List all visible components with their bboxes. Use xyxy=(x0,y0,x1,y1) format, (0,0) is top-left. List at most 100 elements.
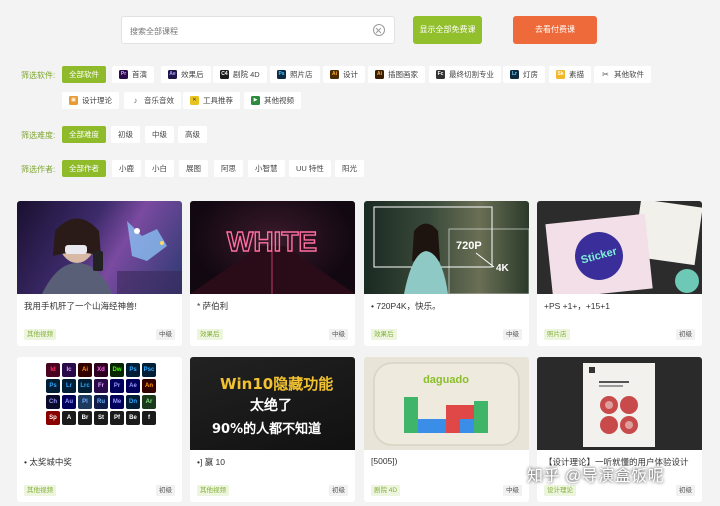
thumbnail-text: 90%的人都不知道 xyxy=(212,421,321,437)
illustrator-icon: Ai xyxy=(330,70,339,79)
play-icon: ▶ xyxy=(251,96,260,105)
course-title[interactable]: • 720P4K，快乐。 xyxy=(371,300,523,312)
chip-author-yangguang[interactable]: 阳光 xyxy=(335,160,364,177)
clear-icon[interactable] xyxy=(373,24,385,36)
adobe-app-icon: Ai xyxy=(78,363,92,377)
course-category-badge: 效果后 xyxy=(197,329,223,340)
course-title[interactable]: •] 赢 10 xyxy=(197,456,349,468)
adobe-app-icon: Fr xyxy=(94,379,108,393)
thumbnail-text: Win10隐藏功能 xyxy=(220,375,333,393)
chip-author-xiaozhihui[interactable]: 小智慧 xyxy=(248,160,285,177)
course-category-badge: 设计理论 xyxy=(544,485,576,496)
chip-all-software[interactable]: 全部软件 xyxy=(62,66,106,83)
chip-design[interactable]: Ai 设计 xyxy=(323,66,365,83)
chip-sketch[interactable]: Sk 素描 xyxy=(549,66,591,83)
chip-intermediate[interactable]: 中级 xyxy=(145,126,174,143)
chip-label: 灯房 xyxy=(523,70,538,79)
software-filter-row: 筛选软件: 全部软件 Pr 首演 Ae 效果后 C4 剧院 4D Ps 照片店 Ai 设计… xyxy=(21,66,711,84)
difficulty-filter-row: 筛选难度: 全部难度 初级 中级 高级 xyxy=(21,126,711,144)
chip-label: 小鹿 xyxy=(119,164,134,173)
course-title[interactable]: • 太奖城中奖 xyxy=(24,456,176,468)
chip-label: 全部难度 xyxy=(69,130,99,139)
chip-design-theory[interactable]: ▣ 设计理论 xyxy=(62,92,119,109)
chip-label: 小白 xyxy=(152,164,167,173)
course-thumbnail: Sticker xyxy=(537,201,702,299)
chip-author-xiaobai[interactable]: 小白 xyxy=(145,160,174,177)
chip-label: 素描 xyxy=(569,70,584,79)
chip-label: 其他视频 xyxy=(264,96,294,105)
chip-music-sfx[interactable]: ♪ 音乐音效 xyxy=(124,92,181,109)
course-card[interactable]: WHITE * 萨伯利 效果后 中级 xyxy=(190,201,355,346)
top-bar: 显示全部免费课 去看付费课 xyxy=(0,0,720,60)
adobe-app-icon: Psc xyxy=(142,363,156,377)
course-category-badge: 其他视频 xyxy=(24,485,56,496)
thumbnail-text: daguado xyxy=(423,374,469,386)
course-card[interactable]: daguado [5005]) 剧院 4D 中级 xyxy=(364,357,529,502)
chip-author-uu[interactable]: UU 特性 xyxy=(289,160,331,177)
photoshop-icon: Ps xyxy=(277,70,286,79)
show-all-free-button[interactable]: 显示全部免费课 xyxy=(413,16,482,44)
chip-premiere[interactable]: Pr 首演 xyxy=(112,66,154,83)
chip-author-xiaolu[interactable]: 小鹿 xyxy=(112,160,141,177)
chip-all-difficulty[interactable]: 全部难度 xyxy=(62,126,106,143)
chip-label: 全部软件 xyxy=(69,70,99,79)
course-card[interactable]: 我用手机肝了一个山海经神兽! 其他视频 中级 xyxy=(17,201,182,346)
adobe-app-icon-grid: Id Ic Ai Xd Dw Ps Psc Ps Lr Lrc Fr Pr Ae An Ch Au Pl Ru Me… xyxy=(46,363,156,425)
course-card[interactable]: Id Ic Ai Xd Dw Ps Psc Ps Lr Lrc Fr Pr Ae An Ch Au Pl Ru Me… xyxy=(17,357,182,502)
search-box[interactable] xyxy=(121,16,395,44)
chip-illustrator[interactable]: Ai 插图画家 xyxy=(368,66,425,83)
search-input[interactable] xyxy=(130,23,370,39)
course-category-badge: 剧院 4D xyxy=(371,485,401,496)
adobe-app-icon: Pr xyxy=(110,379,124,393)
chip-label: 全部作者 xyxy=(69,164,99,173)
chip-beginner[interactable]: 初级 xyxy=(111,126,140,143)
chip-label: 剧院 4D xyxy=(233,70,260,79)
course-thumbnail xyxy=(537,357,702,450)
chip-label: 中级 xyxy=(152,130,167,139)
course-level-badge: 中级 xyxy=(156,329,175,340)
course-card[interactable]: Win10隐藏功能 太绝了 90%的人都不知道 •] 赢 10 其他视频 初级 xyxy=(190,357,355,502)
thumbnail-text: 太绝了 xyxy=(250,397,292,414)
final-cut-icon: Fc xyxy=(436,70,445,79)
adobe-app-icon: Xd xyxy=(94,363,108,377)
course-card[interactable]: Sticker +PS +1+，+15+1 照片店 初级 xyxy=(537,201,702,346)
course-card[interactable]: 720P 4K • 720P4K，快乐。 效果后 中级 xyxy=(364,201,529,346)
chip-all-authors[interactable]: 全部作者 xyxy=(62,160,106,177)
chip-other-software[interactable]: ✂ 其他软件 xyxy=(594,66,651,83)
thumbnail-text: WHITE xyxy=(227,226,317,257)
course-title[interactable]: 我用手机肝了一个山海经神兽! xyxy=(24,300,176,312)
chip-label: 效果后 xyxy=(181,70,204,79)
adobe-app-icon: Lr xyxy=(62,379,76,393)
chip-tool-recommendations[interactable]: ✕ 工具推荐 xyxy=(183,92,240,109)
course-title[interactable]: +PS +1+，+15+1 xyxy=(544,300,696,312)
chip-cinema4d[interactable]: C4 剧院 4D xyxy=(213,66,267,83)
chip-lightroom[interactable]: Lr 灯房 xyxy=(503,66,545,83)
course-thumbnail: Id Ic Ai Xd Dw Ps Psc Ps Lr Lrc Fr Pr Ae An Ch Au Pl Ru Me… xyxy=(17,357,182,450)
design-theory-icon: ▣ xyxy=(69,96,78,105)
course-title[interactable]: [5005]) xyxy=(371,456,523,466)
author-filter-row: 筛选作者: 全部作者 小鹿 小白 展图 阿思 小智慧 UU 特性 阳光 xyxy=(21,160,711,178)
premiere-icon: Pr xyxy=(119,70,128,79)
chip-photoshop[interactable]: Ps 照片店 xyxy=(270,66,320,83)
after-effects-icon: Ae xyxy=(168,70,177,79)
adobe-app-icon: St xyxy=(94,411,108,425)
course-level-badge: 中级 xyxy=(503,329,522,340)
chip-final-cut-pro[interactable]: Fc 最终切割专业 xyxy=(429,66,501,83)
chip-advanced[interactable]: 高级 xyxy=(178,126,207,143)
chip-other-videos[interactable]: ▶ 其他视频 xyxy=(244,92,301,109)
chip-label: 初级 xyxy=(118,130,133,139)
adobe-app-icon: A xyxy=(62,411,76,425)
paid-courses-button[interactable]: 去看付费课 xyxy=(513,16,597,44)
chip-author-asi[interactable]: 阿思 xyxy=(214,160,243,177)
adobe-app-icon: Dw xyxy=(110,363,124,377)
course-title[interactable]: * 萨伯利 xyxy=(197,300,349,312)
course-thumbnail: Win10隐藏功能 太绝了 90%的人都不知道 xyxy=(190,357,355,450)
chip-label: 设计 xyxy=(343,70,358,79)
course-category-badge: 其他视频 xyxy=(24,329,56,340)
illustrator-icon: Ai xyxy=(375,70,384,79)
lightroom-icon: Lr xyxy=(510,70,519,79)
chip-author-zhantu[interactable]: 展图 xyxy=(179,160,208,177)
thumbnail-text: 4K xyxy=(496,263,510,274)
chip-after-effects[interactable]: Ae 效果后 xyxy=(161,66,211,83)
adobe-app-icon: Ic xyxy=(62,363,76,377)
